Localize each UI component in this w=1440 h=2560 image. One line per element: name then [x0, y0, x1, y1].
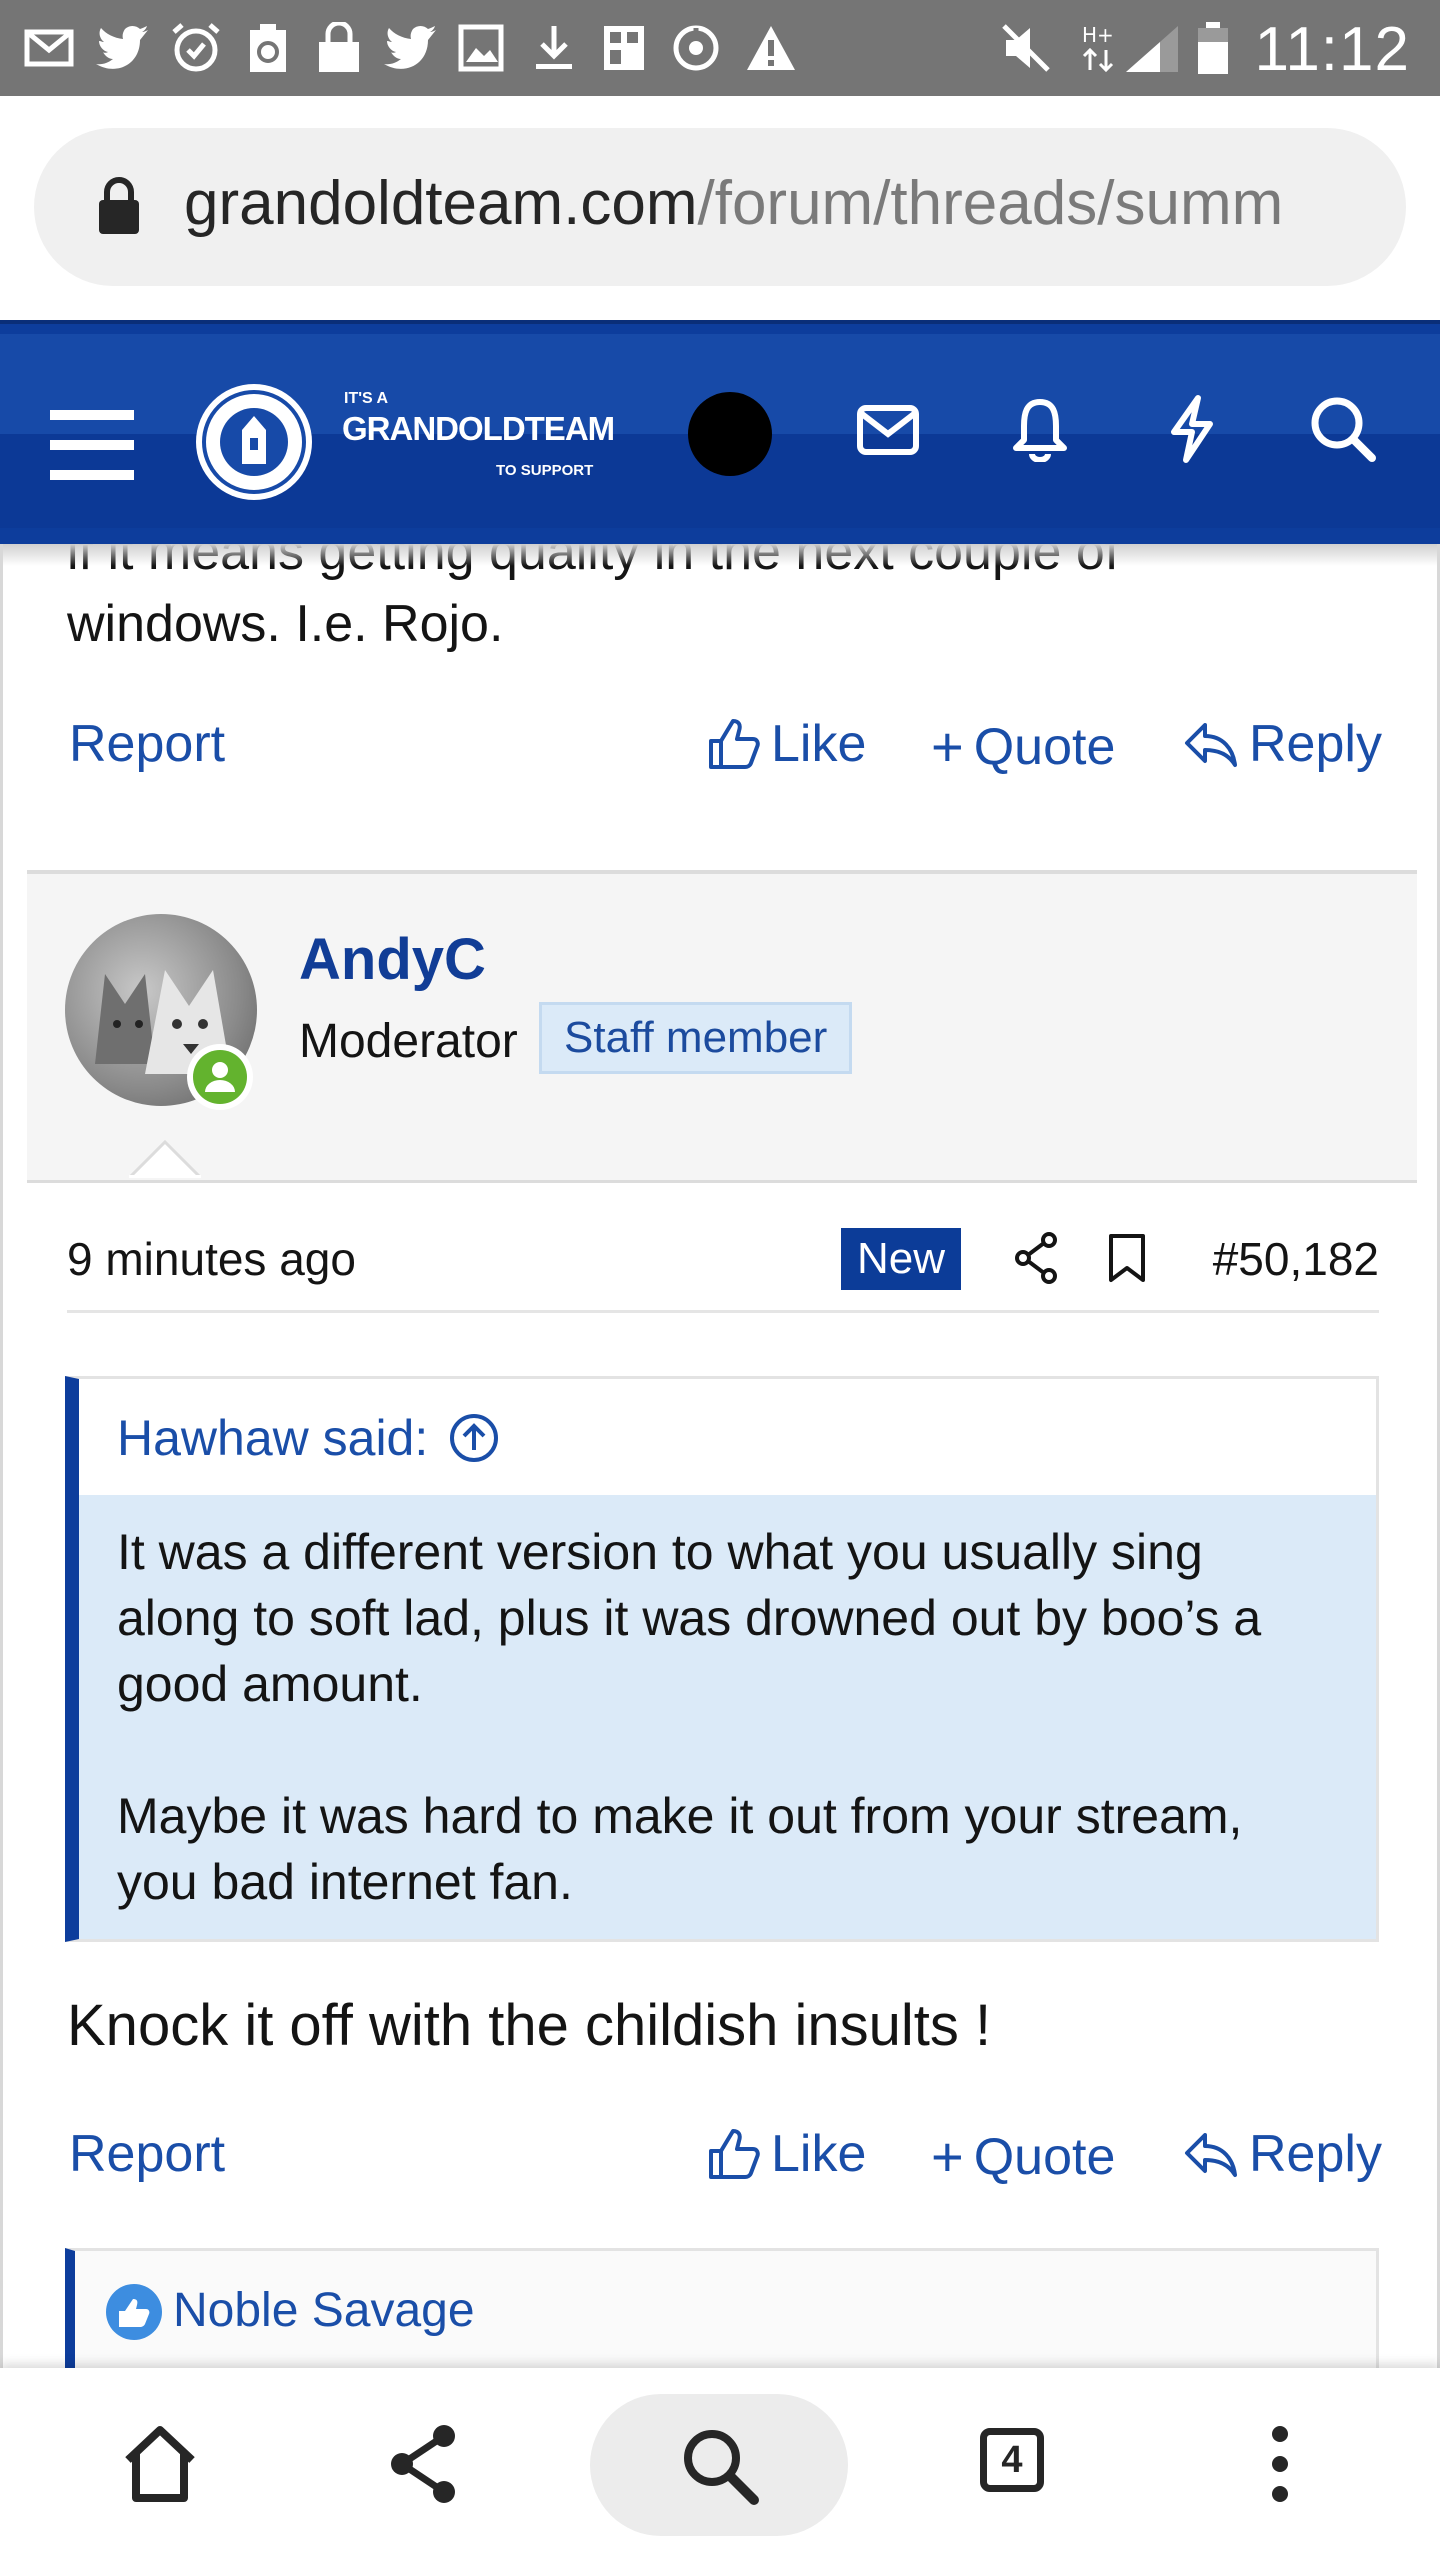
clipboard-icon — [250, 24, 286, 72]
share-icon[interactable] — [1013, 1232, 1061, 1284]
reply-button[interactable]: Reply — [1183, 714, 1382, 774]
post-timestamp[interactable]: 9 minutes ago — [67, 1232, 356, 1286]
lock-bag-icon — [319, 22, 359, 72]
report-label: Report — [69, 2125, 226, 2183]
like-label: Like — [771, 715, 867, 773]
like-reaction-icon — [106, 2284, 162, 2340]
arrow-up-circle-icon — [450, 1414, 499, 1462]
post-number[interactable]: #50,182 — [1213, 1232, 1379, 1286]
plus-icon: + — [931, 715, 964, 778]
warning-icon — [747, 26, 795, 70]
user-avatar-button[interactable] — [688, 392, 772, 476]
reply-label: Reply — [1249, 715, 1382, 773]
like-button[interactable]: Like — [707, 714, 866, 774]
browser-toolbar: grandoldteam.com/forum/threads/summ — [0, 96, 1440, 320]
signal-icon — [1126, 26, 1178, 72]
reply-label: Reply — [1249, 2125, 1382, 2183]
battery-icon — [1198, 22, 1228, 74]
quote-button[interactable]: + Quote — [931, 714, 1115, 779]
lock-icon[interactable] — [96, 176, 142, 236]
username-link[interactable]: AndyC — [299, 926, 486, 993]
user-block-arrow — [129, 1139, 201, 1178]
club-crest-logo[interactable] — [192, 380, 316, 504]
more-options-icon[interactable] — [1266, 2422, 1294, 2506]
quote-line: you bad internet fan. — [117, 1854, 573, 1910]
reactions-bar[interactable]: Noble Savage — [65, 2248, 1379, 2370]
logo-tagline-top: IT'S A — [344, 390, 389, 407]
quote-button[interactable]: + Quote — [931, 2124, 1115, 2189]
search-icon[interactable] — [1310, 396, 1376, 462]
quote-body: It was a different version to what you u… — [79, 1495, 1376, 1939]
share-icon[interactable] — [386, 2422, 462, 2506]
quote-label: Quote — [973, 2127, 1116, 2186]
reply-arrow-icon — [1185, 2133, 1237, 2177]
user-title: Moderator — [299, 1015, 518, 1068]
url-path: /forum/threads/summ — [697, 169, 1284, 238]
thread-content: if it means getting quality in the next … — [0, 544, 1440, 2370]
svg-text:H+: H+ — [1082, 23, 1114, 47]
logo-wordmark[interactable]: GRANDOLDTEAM — [342, 410, 615, 448]
message-user-block: AndyC Moderator Staff member — [27, 870, 1417, 1183]
bell-icon[interactable] — [1012, 396, 1068, 462]
image-icon — [458, 24, 504, 72]
bookmark-icon[interactable] — [1107, 1232, 1147, 1284]
quote-author: Hawhaw said: — [117, 1410, 429, 1466]
reply-button[interactable]: Reply — [1183, 2124, 1382, 2184]
download-icon — [536, 26, 572, 69]
quote-block: Hawhaw said: It was a different version … — [65, 1376, 1379, 1942]
site-header: IT'S A GRANDOLDTEAM TO SUPPORT — [0, 320, 1440, 548]
quote-header[interactable]: Hawhaw said: — [79, 1379, 1376, 1495]
reaction-users-link[interactable]: Noble Savage — [173, 2283, 475, 2338]
like-label: Like — [771, 2125, 867, 2183]
lightning-icon[interactable] — [1168, 394, 1216, 464]
quote-line: It was a different version to what you u… — [117, 1524, 1203, 1580]
report-link[interactable]: Report — [69, 714, 225, 774]
sync-icon — [673, 25, 719, 71]
tabs-button[interactable]: 4 — [980, 2428, 1044, 2492]
twitter-icon-2 — [384, 26, 436, 69]
reply-arrow-icon — [1185, 723, 1237, 767]
twitter-icon — [96, 26, 148, 69]
quote-label: Quote — [973, 717, 1116, 776]
search-button[interactable] — [590, 2394, 848, 2536]
menu-icon[interactable] — [50, 410, 134, 480]
tab-count: 4 — [1001, 2438, 1023, 2481]
thumbs-up-icon — [709, 2129, 760, 2179]
mute-icon — [1002, 24, 1050, 72]
quote-line: along to soft lad, plus it was drowned o… — [117, 1590, 1262, 1646]
plus-icon: + — [931, 2125, 964, 2188]
like-button[interactable]: Like — [707, 2124, 866, 2184]
browser-bottom-bar: 4 — [0, 2368, 1440, 2560]
message-attribution: 9 minutes ago New #50,182 — [67, 1214, 1379, 1313]
url-domain: grandoldteam.com — [184, 169, 698, 238]
online-status-icon — [187, 1044, 253, 1110]
quote-author-link[interactable]: Hawhaw said: — [117, 1409, 500, 1467]
post-body: Knock it off with the childish insults ! — [67, 1993, 992, 2058]
search-icon — [684, 2430, 759, 2505]
hplus-data-icon: H+ — [1082, 23, 1114, 73]
quote-line: Maybe it was hard to make it out from yo… — [117, 1788, 1243, 1844]
status-bar: H+ 11:12 — [0, 0, 1440, 96]
header-shadow — [3, 544, 1437, 566]
thumbs-up-icon — [709, 719, 760, 769]
alarm-icon — [172, 23, 220, 72]
status-time: 11:12 — [1254, 15, 1410, 84]
grid-icon — [604, 26, 644, 70]
url-text[interactable]: grandoldteam.com/forum/threads/summ — [184, 168, 1394, 239]
quote-line: good amount. — [117, 1656, 423, 1712]
mail-icon — [24, 29, 74, 67]
staff-member-badge: Staff member — [539, 1002, 853, 1074]
logo-tagline-bottom: TO SUPPORT — [496, 462, 594, 479]
inbox-icon[interactable] — [856, 404, 920, 456]
report-link[interactable]: Report — [69, 2124, 225, 2184]
new-badge: New — [841, 1228, 962, 1290]
address-bar[interactable]: grandoldteam.com/forum/threads/summ — [34, 128, 1406, 286]
home-icon[interactable] — [122, 2424, 198, 2504]
report-label: Report — [69, 715, 226, 773]
previous-post-text: windows. I.e. Rojo. — [67, 595, 504, 653]
